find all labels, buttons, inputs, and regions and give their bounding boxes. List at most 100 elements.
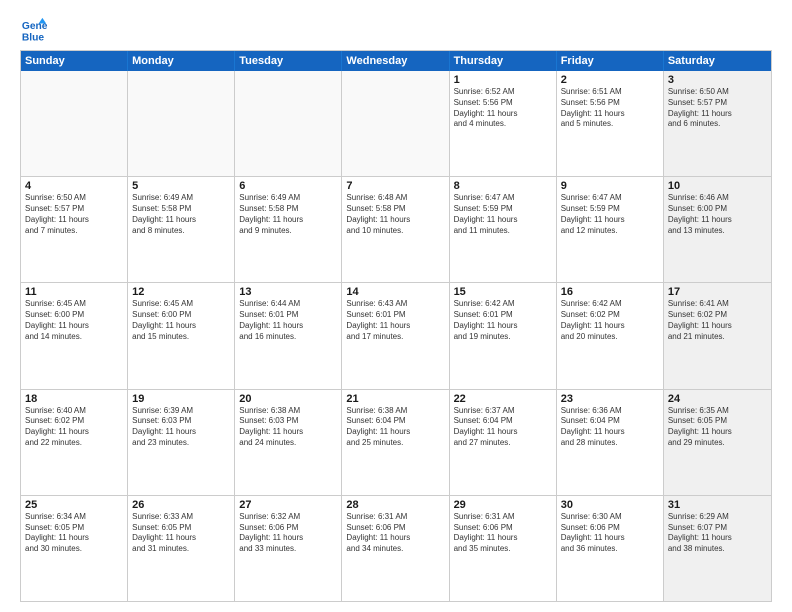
day-number: 30 (561, 499, 659, 511)
calendar-cell: 15Sunrise: 6:42 AM Sunset: 6:01 PM Dayli… (450, 283, 557, 388)
calendar-cell: 12Sunrise: 6:45 AM Sunset: 6:00 PM Dayli… (128, 283, 235, 388)
header-day-saturday: Saturday (664, 51, 771, 71)
calendar-cell: 5Sunrise: 6:49 AM Sunset: 5:58 PM Daylig… (128, 177, 235, 282)
calendar-cell: 7Sunrise: 6:48 AM Sunset: 5:58 PM Daylig… (342, 177, 449, 282)
day-info: Sunrise: 6:50 AM Sunset: 5:57 PM Dayligh… (668, 87, 767, 130)
calendar-row-3: 11 Sunrise: 6:45 AM Sunset: 6:00 PM Dayli… (21, 283, 771, 389)
calendar-cell: 14Sunrise: 6:43 AM Sunset: 6:01 PM Dayli… (342, 283, 449, 388)
header-day-sunday: Sunday (21, 51, 128, 71)
calendar-cell: 13Sunrise: 6:44 AM Sunset: 6:01 PM Dayli… (235, 283, 342, 388)
calendar-cell: 1Sunrise: 6:52 AM Sunset: 5:56 PM Daylig… (450, 71, 557, 176)
day-number: 7 (346, 180, 444, 192)
calendar-header: SundayMondayTuesdayWednesdayThursdayFrid… (21, 51, 771, 71)
header-day-tuesday: Tuesday (235, 51, 342, 71)
calendar-cell (342, 71, 449, 176)
day-info: Sunrise: 6:38 AM Sunset: 6:03 PM Dayligh… (239, 406, 337, 449)
calendar-cell: 11Sunrise: 6:45 AM Sunset: 6:00 PM Dayli… (21, 283, 128, 388)
day-info: Sunrise: 6:47 AM Sunset: 5:59 PM Dayligh… (454, 193, 552, 236)
day-info: Sunrise: 6:35 AM Sunset: 6:05 PM Dayligh… (668, 406, 767, 449)
calendar-cell: 26Sunrise: 6:33 AM Sunset: 6:05 PM Dayli… (128, 496, 235, 601)
day-info: Sunrise: 6:47 AM Sunset: 5:59 PM Dayligh… (561, 193, 659, 236)
calendar-body: 1Sunrise: 6:52 AM Sunset: 5:56 PM Daylig… (21, 71, 771, 601)
day-number: 26 (132, 499, 230, 511)
calendar-cell: 31Sunrise: 6:29 AM Sunset: 6:07 PM Dayli… (664, 496, 771, 601)
day-number: 2 (561, 74, 659, 86)
day-info: Sunrise: 6:43 AM Sunset: 6:01 PM Dayligh… (346, 299, 444, 342)
day-number: 11 (25, 286, 123, 298)
day-number: 25 (25, 499, 123, 511)
day-info: Sunrise: 6:49 AM Sunset: 5:58 PM Dayligh… (239, 193, 337, 236)
day-info: Sunrise: 6:39 AM Sunset: 6:03 PM Dayligh… (132, 406, 230, 449)
calendar-cell (128, 71, 235, 176)
calendar-row-1: 1Sunrise: 6:52 AM Sunset: 5:56 PM Daylig… (21, 71, 771, 177)
day-number: 12 (132, 286, 230, 298)
day-number: 31 (668, 499, 767, 511)
day-info: Sunrise: 6:46 AM Sunset: 6:00 PM Dayligh… (668, 193, 767, 236)
day-info: Sunrise: 6:49 AM Sunset: 5:58 PM Dayligh… (132, 193, 230, 236)
calendar-cell (21, 71, 128, 176)
day-number: 4 (25, 180, 123, 192)
day-info: Sunrise: 6:41 AM Sunset: 6:02 PM Dayligh… (668, 299, 767, 342)
logo: General Blue (20, 16, 52, 44)
calendar-cell: 23Sunrise: 6:36 AM Sunset: 6:04 PM Dayli… (557, 390, 664, 495)
calendar-row-4: 18Sunrise: 6:40 AM Sunset: 6:02 PM Dayli… (21, 390, 771, 496)
calendar-cell (235, 71, 342, 176)
day-info: Sunrise: 6:50 AM Sunset: 5:57 PM Dayligh… (25, 193, 123, 236)
day-number: 18 (25, 393, 123, 405)
day-info: Sunrise: 6:37 AM Sunset: 6:04 PM Dayligh… (454, 406, 552, 449)
header: General Blue (20, 16, 772, 44)
day-info: Sunrise: 6:38 AM Sunset: 6:04 PM Dayligh… (346, 406, 444, 449)
calendar-cell: 21Sunrise: 6:38 AM Sunset: 6:04 PM Dayli… (342, 390, 449, 495)
day-number: 8 (454, 180, 552, 192)
day-info: Sunrise: 6:29 AM Sunset: 6:07 PM Dayligh… (668, 512, 767, 555)
day-number: 22 (454, 393, 552, 405)
day-number: 10 (668, 180, 767, 192)
calendar: SundayMondayTuesdayWednesdayThursdayFrid… (20, 50, 772, 602)
calendar-cell: 24Sunrise: 6:35 AM Sunset: 6:05 PM Dayli… (664, 390, 771, 495)
calendar-cell: 3Sunrise: 6:50 AM Sunset: 5:57 PM Daylig… (664, 71, 771, 176)
day-number: 16 (561, 286, 659, 298)
calendar-cell: 29Sunrise: 6:31 AM Sunset: 6:06 PM Dayli… (450, 496, 557, 601)
day-info: Sunrise: 6:36 AM Sunset: 6:04 PM Dayligh… (561, 406, 659, 449)
day-number: 1 (454, 74, 552, 86)
day-info: Sunrise: 6:48 AM Sunset: 5:58 PM Dayligh… (346, 193, 444, 236)
day-info: Sunrise: 6:52 AM Sunset: 5:56 PM Dayligh… (454, 87, 552, 130)
header-day-thursday: Thursday (450, 51, 557, 71)
day-number: 9 (561, 180, 659, 192)
day-number: 21 (346, 393, 444, 405)
calendar-cell: 9Sunrise: 6:47 AM Sunset: 5:59 PM Daylig… (557, 177, 664, 282)
page: General Blue SundayMondayTuesdayWednesda… (0, 0, 792, 612)
day-number: 27 (239, 499, 337, 511)
day-info: Sunrise: 6:40 AM Sunset: 6:02 PM Dayligh… (25, 406, 123, 449)
day-info: Sunrise: 6:42 AM Sunset: 6:01 PM Dayligh… (454, 299, 552, 342)
day-info: Sunrise: 6:51 AM Sunset: 5:56 PM Dayligh… (561, 87, 659, 130)
day-info: Sunrise: 6:31 AM Sunset: 6:06 PM Dayligh… (454, 512, 552, 555)
day-number: 24 (668, 393, 767, 405)
day-info: Sunrise: 6:45 AM Sunset: 6:00 PM Dayligh… (132, 299, 230, 342)
calendar-cell: 8Sunrise: 6:47 AM Sunset: 5:59 PM Daylig… (450, 177, 557, 282)
logo-icon: General Blue (20, 16, 48, 44)
calendar-cell: 10Sunrise: 6:46 AM Sunset: 6:00 PM Dayli… (664, 177, 771, 282)
calendar-cell: 16Sunrise: 6:42 AM Sunset: 6:02 PM Dayli… (557, 283, 664, 388)
day-number: 23 (561, 393, 659, 405)
day-number: 6 (239, 180, 337, 192)
calendar-cell: 17Sunrise: 6:41 AM Sunset: 6:02 PM Dayli… (664, 283, 771, 388)
day-info: Sunrise: 6:31 AM Sunset: 6:06 PM Dayligh… (346, 512, 444, 555)
calendar-row-2: 4Sunrise: 6:50 AM Sunset: 5:57 PM Daylig… (21, 177, 771, 283)
day-number: 19 (132, 393, 230, 405)
calendar-cell: 19Sunrise: 6:39 AM Sunset: 6:03 PM Dayli… (128, 390, 235, 495)
day-info: Sunrise: 6:42 AM Sunset: 6:02 PM Dayligh… (561, 299, 659, 342)
day-number: 28 (346, 499, 444, 511)
calendar-row-5: 25Sunrise: 6:34 AM Sunset: 6:05 PM Dayli… (21, 496, 771, 601)
svg-text:Blue: Blue (22, 32, 45, 43)
day-number: 29 (454, 499, 552, 511)
day-info: Sunrise: 6:44 AM Sunset: 6:01 PM Dayligh… (239, 299, 337, 342)
day-number: 20 (239, 393, 337, 405)
calendar-cell: 27Sunrise: 6:32 AM Sunset: 6:06 PM Dayli… (235, 496, 342, 601)
header-day-friday: Friday (557, 51, 664, 71)
day-info: Sunrise: 6:34 AM Sunset: 6:05 PM Dayligh… (25, 512, 123, 555)
calendar-cell: 30Sunrise: 6:30 AM Sunset: 6:06 PM Dayli… (557, 496, 664, 601)
day-info: Sunrise: 6:30 AM Sunset: 6:06 PM Dayligh… (561, 512, 659, 555)
day-info: Sunrise: 6:32 AM Sunset: 6:06 PM Dayligh… (239, 512, 337, 555)
calendar-cell: 4Sunrise: 6:50 AM Sunset: 5:57 PM Daylig… (21, 177, 128, 282)
